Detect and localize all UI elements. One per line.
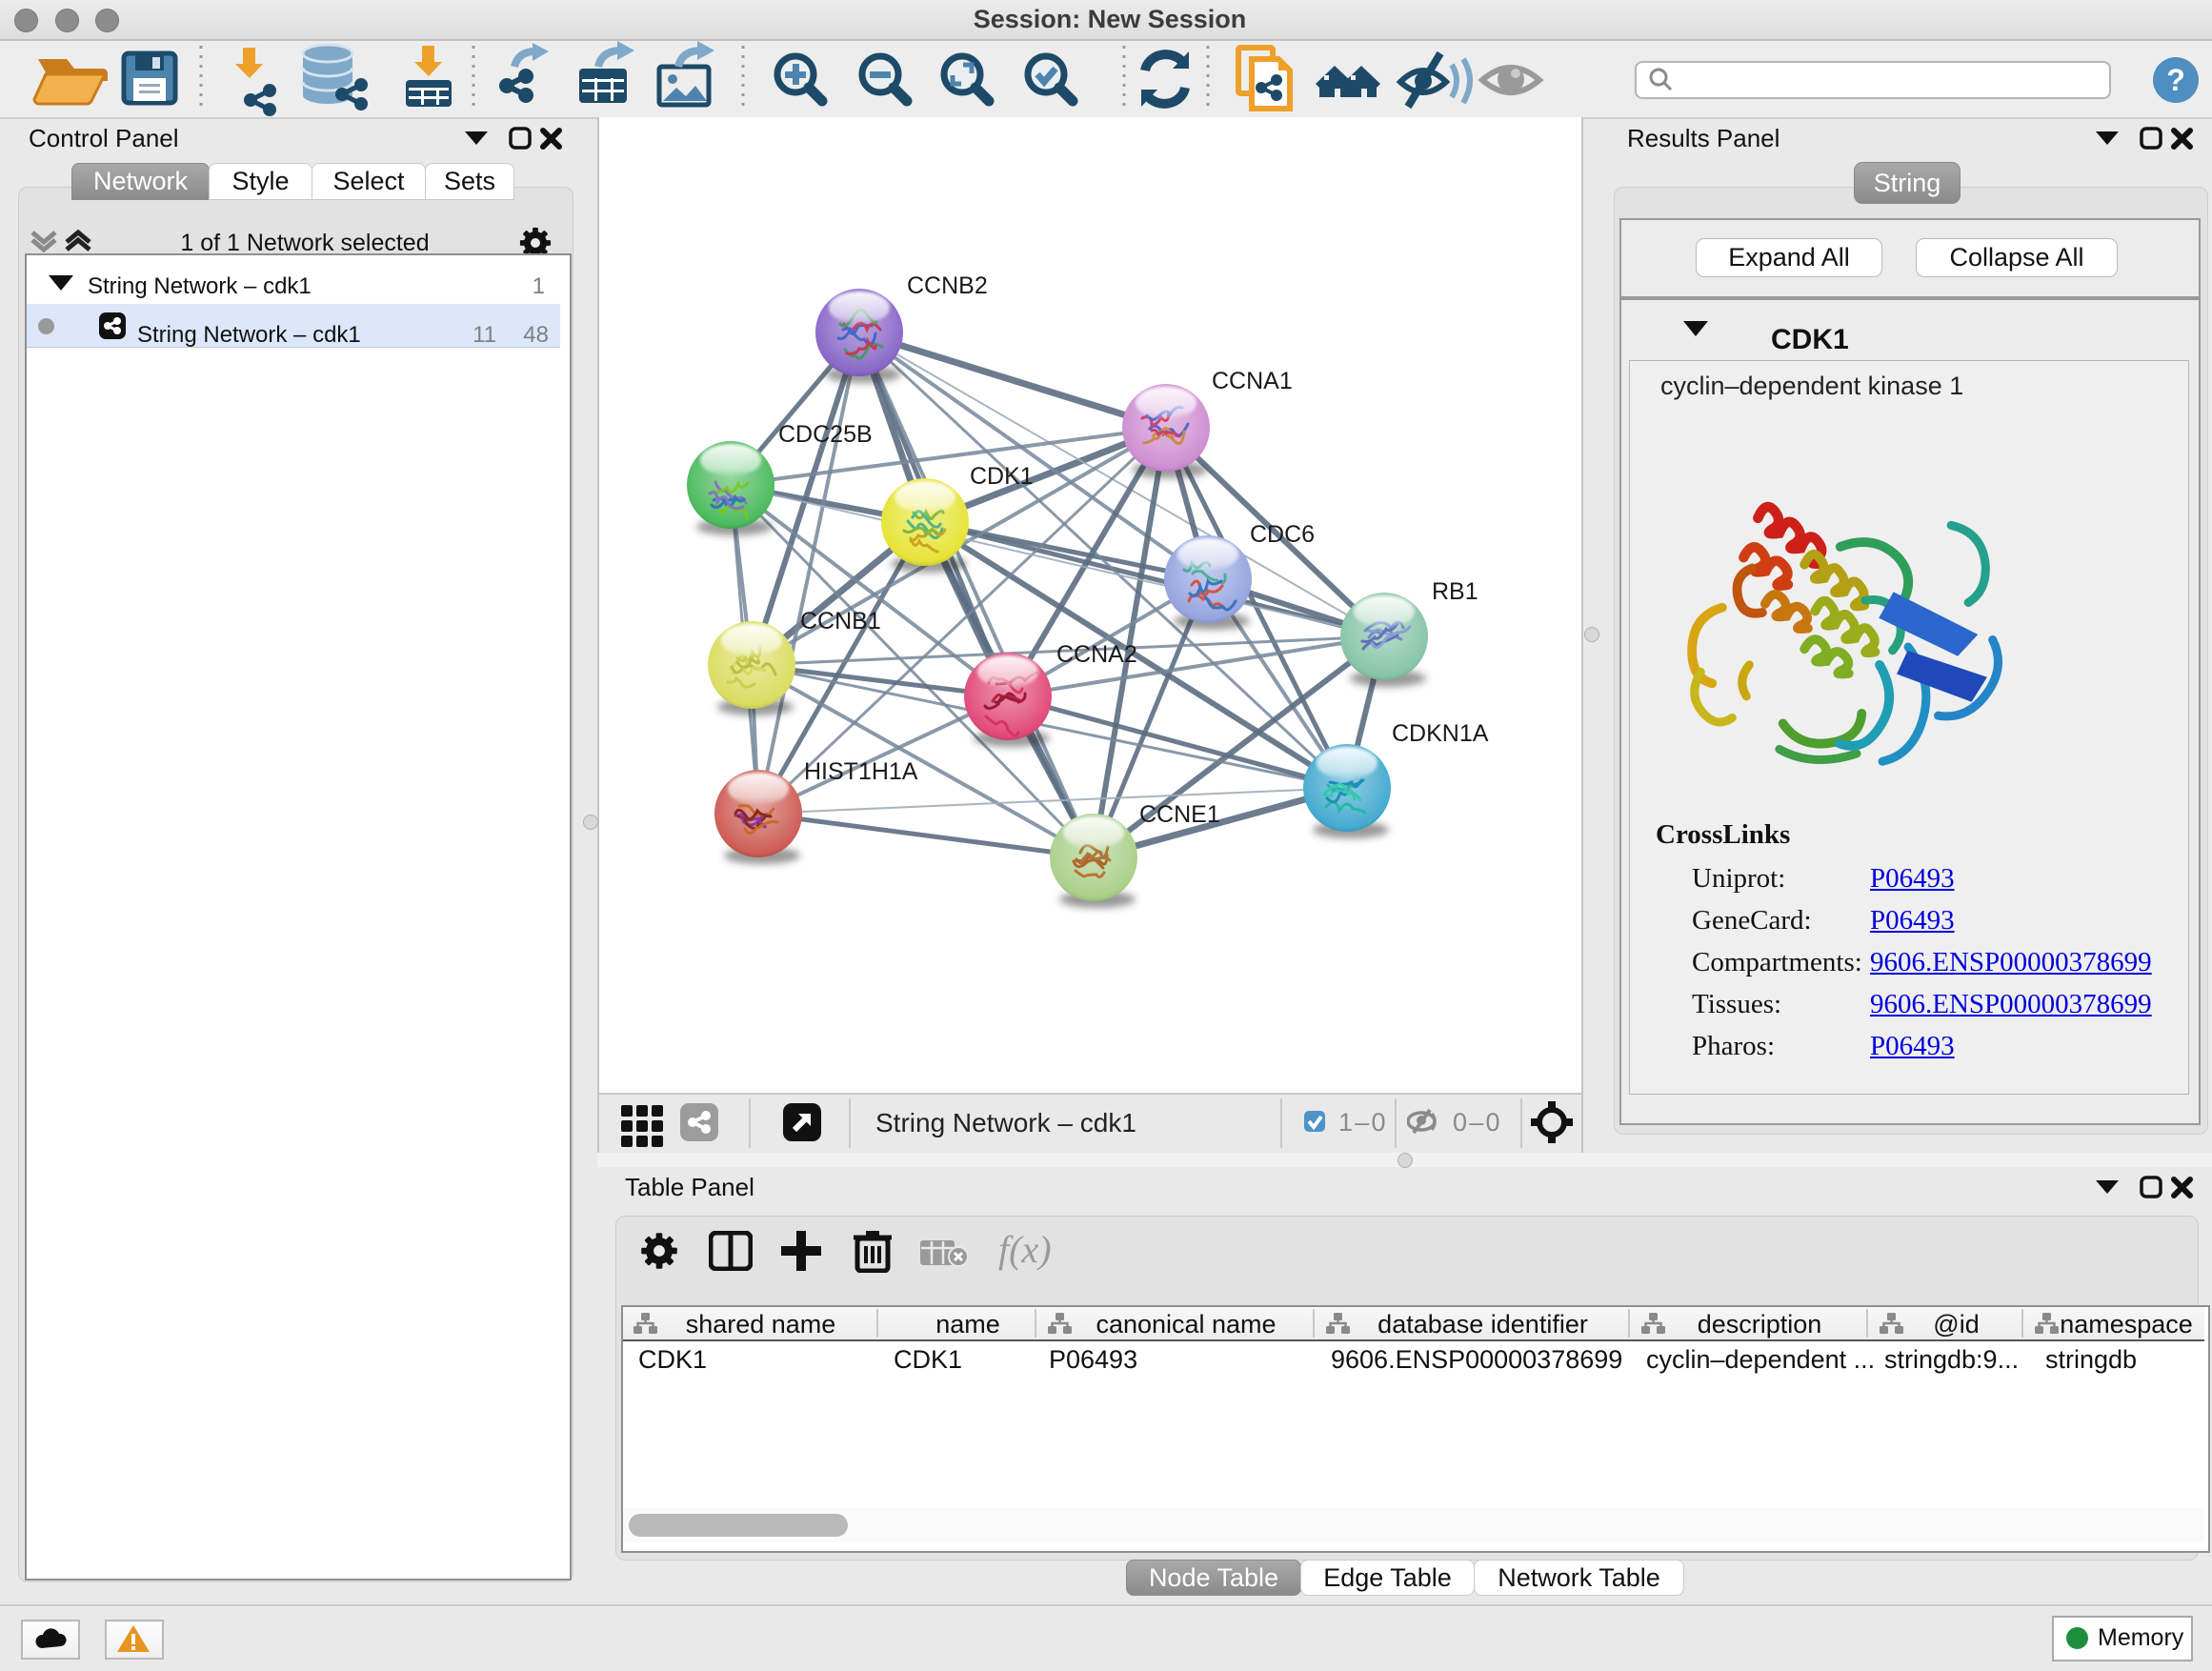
svg-text:CCNA1: CCNA1: [1212, 368, 1293, 394]
svg-text:CDC25B: CDC25B: [778, 421, 873, 448]
svg-text:CCNE1: CCNE1: [1139, 801, 1220, 828]
svg-text:CDK1: CDK1: [970, 463, 1034, 490]
svg-text:CDC6: CDC6: [1250, 521, 1315, 548]
svg-text:CDKN1A: CDKN1A: [1392, 720, 1489, 747]
svg-text:CCNB1: CCNB1: [800, 608, 881, 634]
svg-text:RB1: RB1: [1432, 578, 1478, 605]
svg-text:HIST1H1A: HIST1H1A: [804, 758, 918, 785]
svg-text:CCNA2: CCNA2: [1056, 641, 1137, 668]
svg-text:CCNB2: CCNB2: [907, 272, 988, 299]
